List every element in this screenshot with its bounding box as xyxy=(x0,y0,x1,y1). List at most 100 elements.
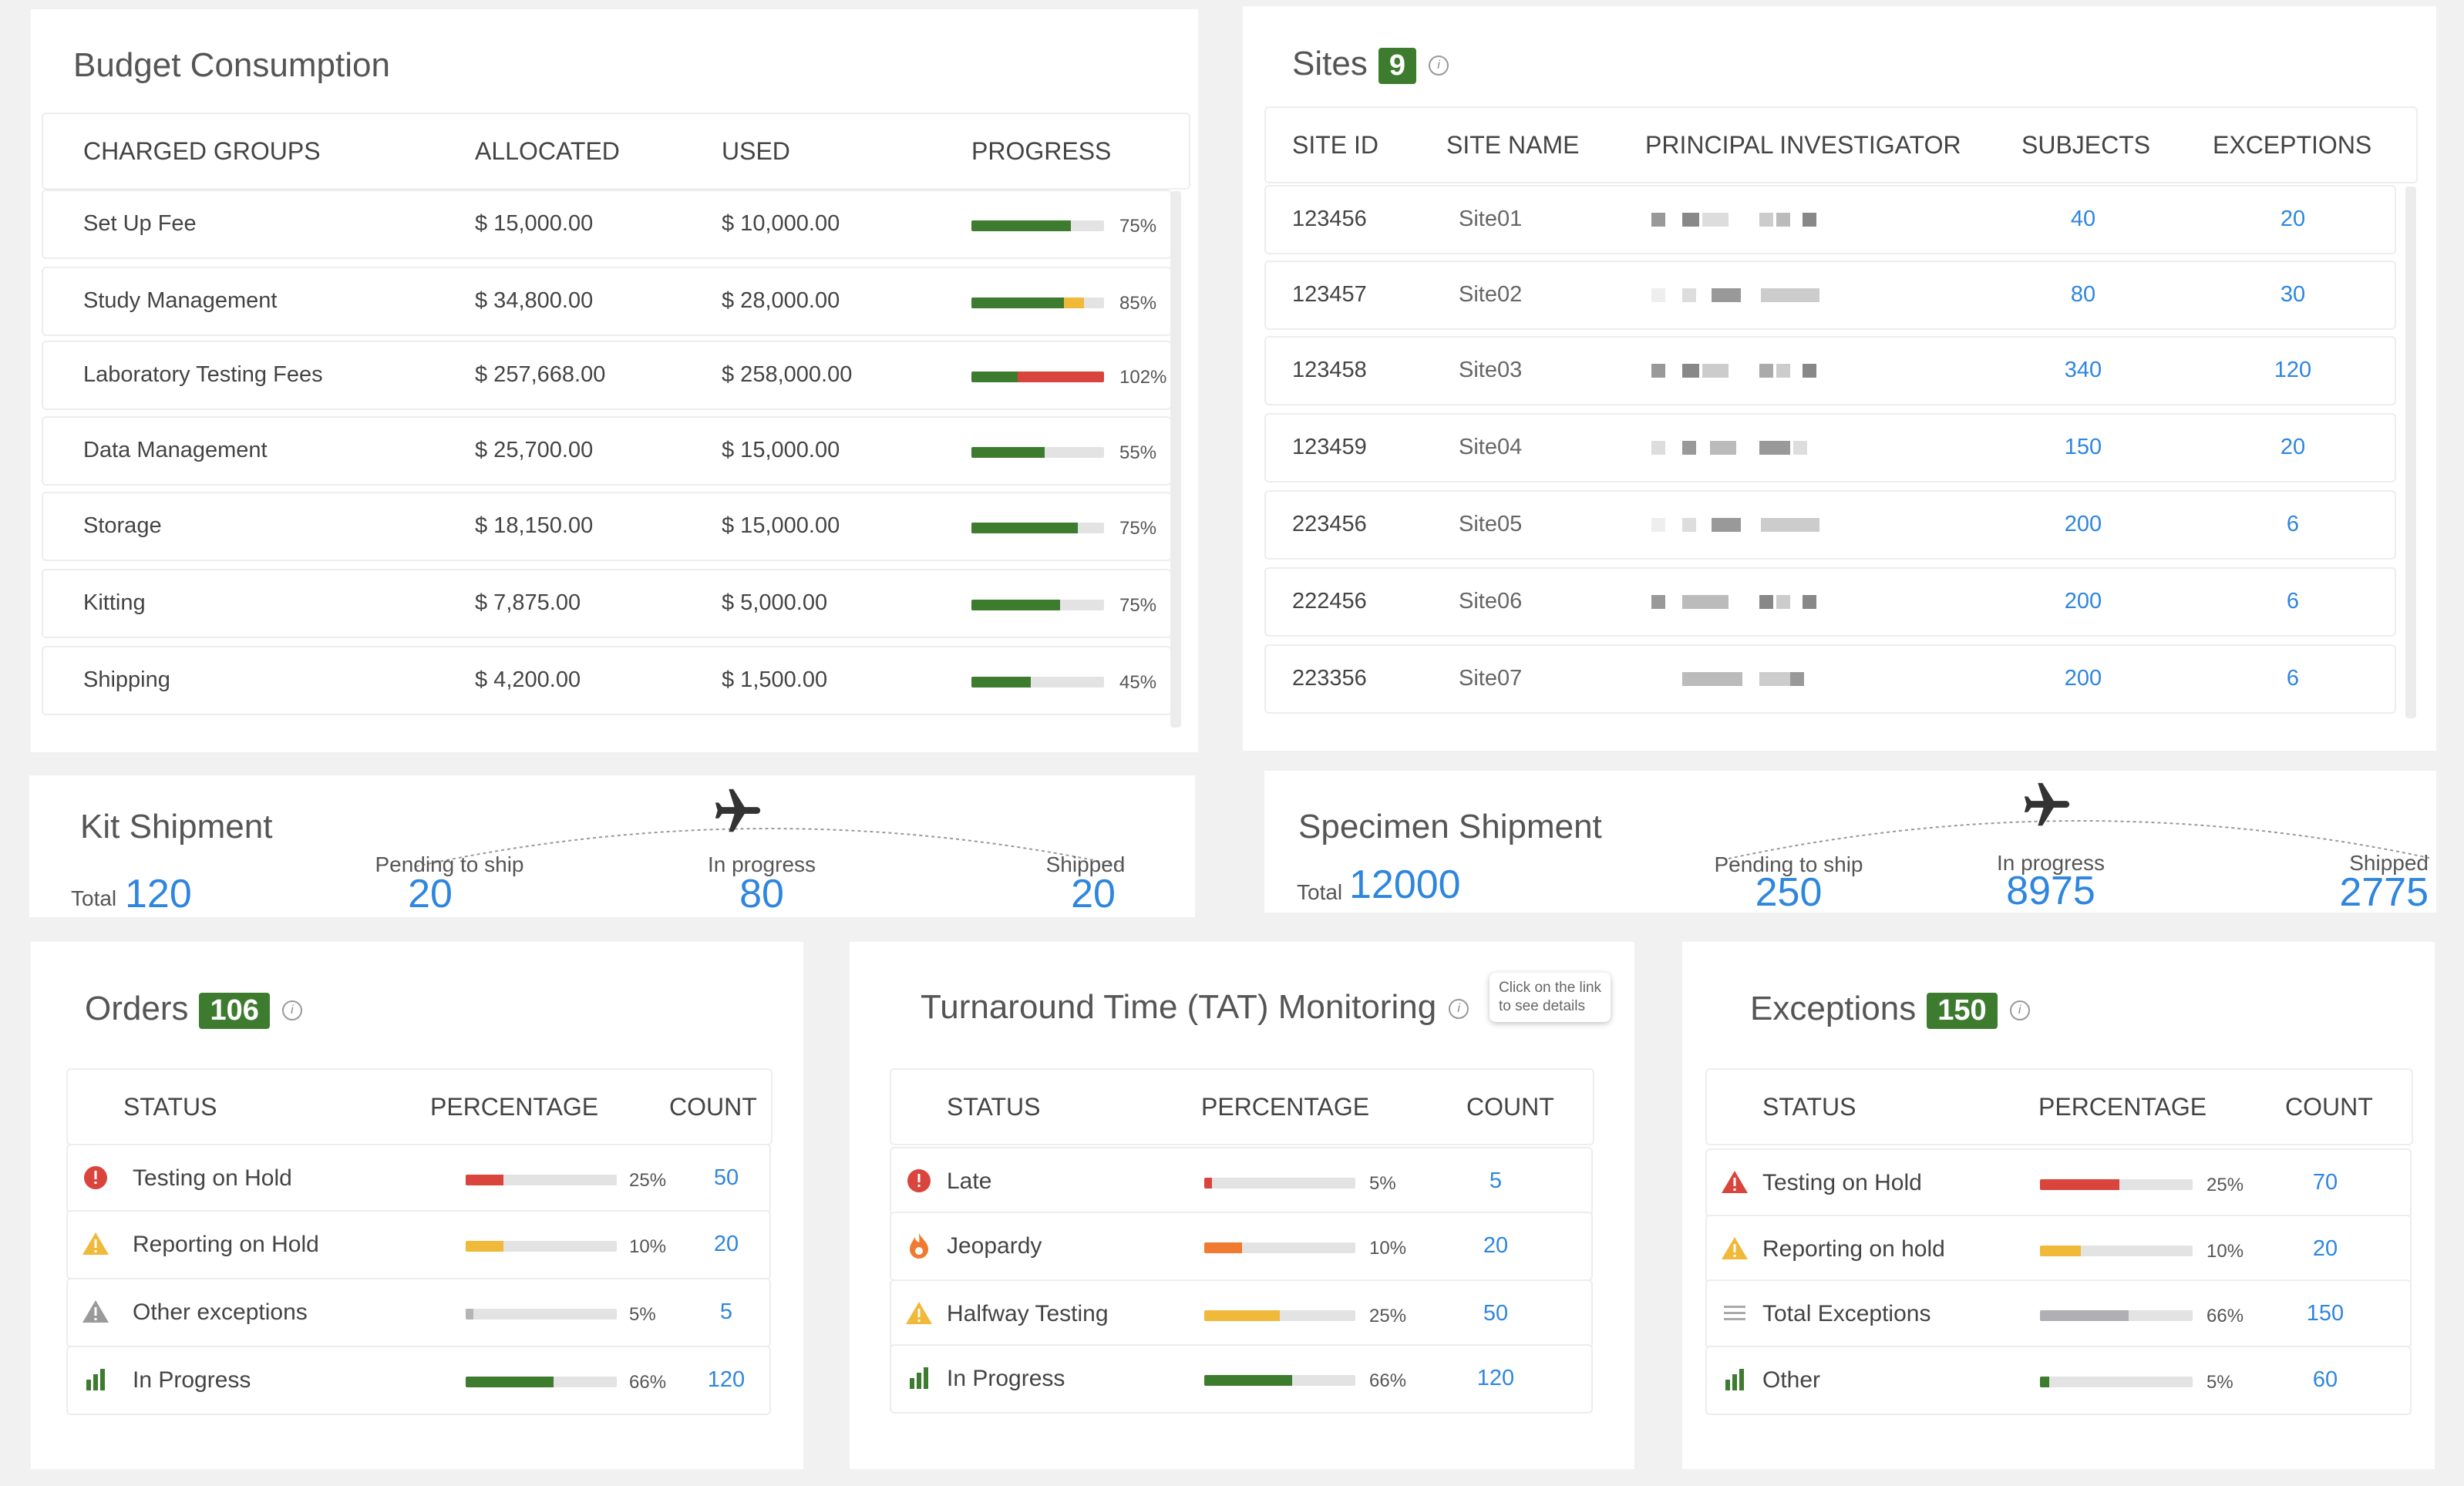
table-row[interactable]: Halfway Testing 25% 50 xyxy=(890,1279,1593,1349)
table-row[interactable]: Set Up Fee $ 15,000.00 $ 10,000.00 75% xyxy=(42,190,1172,259)
count-link[interactable]: 5 xyxy=(695,1299,757,1325)
table-row[interactable]: Other 5% 60 xyxy=(1705,1346,2412,1415)
count-link[interactable]: 5 xyxy=(1465,1168,1527,1194)
redaction-block xyxy=(1712,288,1741,302)
table-row[interactable]: 222456 Site06 200 6 xyxy=(1264,567,2396,637)
airplane-icon xyxy=(2024,782,2070,826)
table-row[interactable]: Reporting on hold 10% 20 xyxy=(1705,1215,2412,1284)
bar-chart-icon xyxy=(904,1363,934,1394)
progress-fill xyxy=(971,298,1065,308)
info-icon[interactable]: i xyxy=(1428,55,1449,76)
redaction-block xyxy=(1803,595,1816,609)
subjects-link[interactable]: 150 xyxy=(2052,435,2114,460)
percentage-fill xyxy=(466,1241,503,1252)
count-link[interactable]: 60 xyxy=(2294,1367,2356,1393)
table-row[interactable]: Total Exceptions 66% 150 xyxy=(1705,1279,2412,1349)
table-row[interactable]: Study Management $ 34,800.00 $ 28,000.00 85… xyxy=(42,267,1172,336)
site-id: 123459 xyxy=(1292,435,1367,459)
specimen-pending-value[interactable]: 250 xyxy=(1681,869,1897,916)
table-row[interactable]: Laboratory Testing Fees $ 257,668.00 $ 258… xyxy=(42,341,1172,410)
table-row[interactable]: In Progress 66% 120 xyxy=(890,1344,1593,1414)
specimen-progress-value[interactable]: 8975 xyxy=(1958,868,2143,914)
count-link[interactable]: 150 xyxy=(2294,1301,2356,1326)
kit-shipped-value[interactable]: 20 xyxy=(1032,871,1155,917)
count-link[interactable]: 120 xyxy=(695,1367,757,1393)
table-row[interactable]: In Progress 66% 120 xyxy=(66,1346,771,1415)
specimen-total-label: Total xyxy=(1297,880,1343,904)
exceptions-title: Exceptions xyxy=(1750,990,1917,1027)
redaction-block xyxy=(1761,288,1819,302)
table-row[interactable]: 223456 Site05 200 6 xyxy=(1264,490,2396,560)
progress-percent: 55% xyxy=(1119,442,1157,463)
progress-percent: 85% xyxy=(1119,293,1157,314)
count-link[interactable]: 70 xyxy=(2294,1170,2356,1195)
table-row[interactable]: Data Management $ 25,700.00 $ 15,000.00 55% xyxy=(42,416,1172,486)
specimen-total-value[interactable]: 12000 xyxy=(1349,862,1461,908)
table-row[interactable]: Other exceptions 5% 5 xyxy=(66,1278,771,1347)
percentage-fill xyxy=(2040,1179,2119,1190)
table-row[interactable]: 123458 Site03 340 120 xyxy=(1264,336,2396,405)
subjects-link[interactable]: 200 xyxy=(2052,512,2114,537)
charged-group: Shipping xyxy=(83,667,170,692)
exceptions-link[interactable]: 6 xyxy=(2262,589,2324,614)
table-row[interactable]: Shipping $ 4,200.00 $ 1,500.00 45% xyxy=(42,646,1172,715)
progress-bar xyxy=(971,372,1104,382)
kit-progress-value[interactable]: 80 xyxy=(669,871,854,917)
charged-group: Kitting xyxy=(83,590,146,615)
progress-fill xyxy=(971,677,1032,688)
site-name: Site06 xyxy=(1459,589,1523,614)
subjects-link[interactable]: 200 xyxy=(2052,589,2114,614)
progress-bar xyxy=(971,220,1104,231)
investigator-name-redacted xyxy=(1651,441,1836,456)
table-row[interactable]: 123459 Site04 150 20 xyxy=(1264,413,2396,482)
status-label: Late xyxy=(947,1168,992,1194)
table-row[interactable]: Testing on Hold 25% 50 xyxy=(66,1144,771,1213)
kit-pending-value[interactable]: 20 xyxy=(345,871,515,917)
count-link[interactable]: 50 xyxy=(1465,1301,1527,1326)
count-link[interactable]: 20 xyxy=(695,1232,757,1257)
kit-total-value[interactable]: 120 xyxy=(125,871,192,917)
col-used: USED xyxy=(722,137,790,165)
table-row[interactable]: Late 5% 5 xyxy=(890,1147,1593,1216)
info-icon[interactable]: i xyxy=(2009,1000,2030,1021)
budget-scrollbar[interactable] xyxy=(1170,191,1181,728)
exceptions-link[interactable]: 6 xyxy=(2262,512,2324,537)
info-icon[interactable]: i xyxy=(281,1000,302,1021)
count-link[interactable]: 120 xyxy=(1465,1366,1527,1391)
specimen-shipped-value[interactable]: 2775 xyxy=(2282,869,2429,916)
table-row[interactable]: Storage $ 18,150.00 $ 15,000.00 75% xyxy=(42,492,1172,561)
subjects-link[interactable]: 200 xyxy=(2052,666,2114,691)
exceptions-link[interactable]: 6 xyxy=(2262,666,2324,691)
budget-table-header: CHARGED GROUPS ALLOCATED USED PROGRESS xyxy=(42,113,1190,190)
table-row[interactable]: 123456 Site01 40 20 xyxy=(1264,185,2396,254)
table-row[interactable]: 223356 Site07 200 6 xyxy=(1264,644,2396,714)
status-label: Jeopardy xyxy=(947,1233,1042,1259)
progress-bar xyxy=(971,298,1104,308)
subjects-link[interactable]: 80 xyxy=(2052,282,2114,308)
table-row[interactable]: Kitting $ 7,875.00 $ 5,000.00 75% xyxy=(42,569,1172,638)
count-link[interactable]: 20 xyxy=(2294,1236,2356,1262)
redaction-block xyxy=(1793,441,1807,455)
progress-fill-warning xyxy=(1064,298,1085,308)
count-link[interactable]: 20 xyxy=(1465,1233,1527,1259)
info-icon[interactable]: i xyxy=(1449,999,1469,1020)
subjects-link[interactable]: 40 xyxy=(2052,207,2114,232)
exceptions-link[interactable]: 30 xyxy=(2262,282,2324,308)
redaction-block xyxy=(1651,288,1665,302)
exceptions-count-badge: 150 xyxy=(1927,992,1998,1029)
table-row[interactable]: Reporting on Hold 10% 20 xyxy=(66,1210,771,1279)
error-icon xyxy=(80,1162,111,1193)
percentage-value: 5% xyxy=(2206,1372,2233,1393)
exceptions-link[interactable]: 20 xyxy=(2262,435,2324,460)
sites-scrollbar[interactable] xyxy=(2405,187,2416,718)
table-row[interactable]: Testing on Hold 25% 70 xyxy=(1705,1148,2412,1218)
exceptions-link[interactable]: 120 xyxy=(2262,358,2324,383)
site-id: 223456 xyxy=(1292,512,1367,536)
table-row[interactable]: Jeopardy 10% 20 xyxy=(890,1212,1593,1281)
count-link[interactable]: 50 xyxy=(695,1165,757,1191)
exceptions-link[interactable]: 20 xyxy=(2262,207,2324,232)
table-row[interactable]: 123457 Site02 80 30 xyxy=(1264,261,2396,330)
col-status: STATUS xyxy=(1762,1093,1856,1121)
subjects-link[interactable]: 340 xyxy=(2052,358,2114,383)
progress-percent: 45% xyxy=(1119,672,1157,693)
